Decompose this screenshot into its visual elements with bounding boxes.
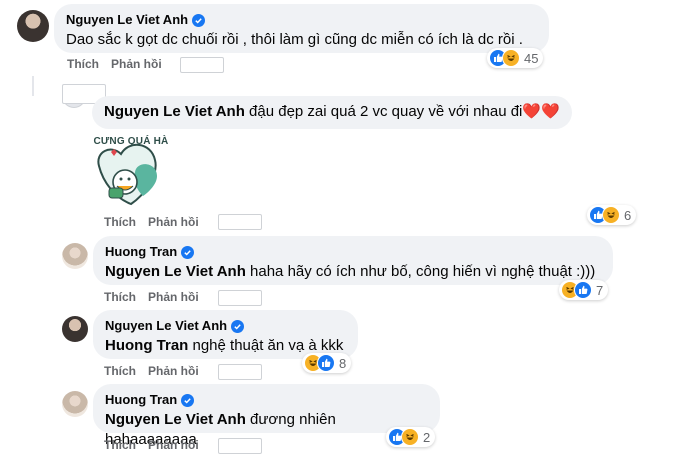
like-icon — [317, 354, 335, 372]
haha-icon — [401, 428, 419, 446]
reaction-summary[interactable]: 45 — [487, 48, 544, 68]
like-button[interactable]: Thích — [104, 364, 136, 378]
verified-badge-icon — [181, 393, 195, 407]
comment-bubble: Huong Tran Nguyen Le Viet Anh đương nhiê… — [93, 384, 440, 448]
reaction-count: 45 — [524, 50, 539, 66]
comment-bubble: Nguyen Le Viet Anh Huong Tran nghệ thuật… — [93, 310, 358, 359]
like-button[interactable]: Thích — [104, 438, 136, 452]
reaction-summary[interactable]: 2 — [386, 427, 436, 447]
redacted-box — [218, 364, 262, 380]
comment-actions: Thích Phản hồi — [104, 215, 199, 229]
sticker-image: CƯNG QUÁ HÀ — [91, 132, 171, 210]
verified-badge-icon — [192, 13, 206, 27]
mention-link[interactable]: Nguyen Le Viet Anh — [105, 263, 246, 280]
reaction-summary[interactable]: 8 — [302, 353, 352, 373]
reply-button[interactable]: Phản hồi — [148, 215, 199, 229]
comment-bubble: Nguyen Le Viet Anh đậu đẹp zai quá 2 vc … — [92, 96, 572, 129]
reaction-count: 8 — [339, 355, 347, 371]
redacted-box — [218, 438, 262, 454]
reply-button[interactable]: Phản hồi — [148, 290, 199, 304]
reaction-count: 2 — [423, 429, 431, 445]
reaction-count: 7 — [596, 282, 604, 298]
comment-actions: Thích Phản hồi — [104, 438, 199, 452]
mention-link[interactable]: Huong Tran — [105, 337, 188, 354]
thread-line — [32, 76, 34, 96]
reply-button[interactable]: Phản hồi — [111, 57, 162, 71]
avatar[interactable] — [62, 316, 88, 342]
reply-button[interactable]: Phản hồi — [148, 438, 199, 452]
comment-author[interactable]: Huong Tran — [105, 392, 177, 408]
like-button[interactable]: Thích — [67, 57, 99, 71]
haha-icon — [602, 206, 620, 224]
avatar[interactable] — [62, 243, 88, 269]
comment-author[interactable]: Huong Tran — [105, 244, 177, 260]
comment-actions: Thích Phản hồi — [67, 57, 162, 71]
reply-button[interactable]: Phản hồi — [148, 364, 199, 378]
comment-author[interactable]: Nguyen Le Viet Anh — [105, 318, 227, 334]
like-button[interactable]: Thích — [104, 290, 136, 304]
redacted-box — [218, 290, 262, 306]
comment-bubble: Huong Tran Nguyen Le Viet Anh haha hãy c… — [93, 236, 613, 285]
comment-text: Nguyen Le Viet Anh haha hãy có ích như b… — [105, 263, 596, 280]
redacted-box — [218, 214, 262, 230]
verified-badge-icon — [181, 245, 195, 259]
avatar[interactable] — [62, 391, 88, 417]
haha-icon — [502, 49, 520, 67]
comment-text: Dao sắc k gọt dc chuối rồi , thôi làm gì… — [66, 31, 523, 48]
like-button[interactable]: Thích — [104, 215, 136, 229]
reaction-summary[interactable]: 6 — [587, 205, 637, 225]
comment-author[interactable]: Nguyen Le Viet Anh — [66, 12, 188, 28]
comment-actions: Thích Phản hồi — [104, 364, 199, 378]
comment-actions: Thích Phản hồi — [104, 290, 199, 304]
avatar[interactable] — [17, 10, 49, 42]
reaction-summary[interactable]: 7 — [559, 280, 609, 300]
mention-link[interactable]: Nguyen Le Viet Anh — [104, 103, 245, 120]
comment-text: Nguyen Le Viet Anh đậu đẹp zai quá 2 vc … — [104, 103, 560, 120]
sticker-caption: CƯNG QUÁ HÀ — [93, 136, 169, 147]
mention-link[interactable]: Nguyen Le Viet Anh — [105, 411, 246, 428]
redacted-box — [180, 57, 224, 73]
verified-badge-icon — [231, 319, 245, 333]
like-icon — [574, 281, 592, 299]
heart-emoji: ❤️❤️ — [522, 103, 560, 120]
comment-bubble: Nguyen Le Viet Anh Dao sắc k gọt dc chuố… — [54, 4, 549, 53]
reaction-count: 6 — [624, 207, 632, 223]
